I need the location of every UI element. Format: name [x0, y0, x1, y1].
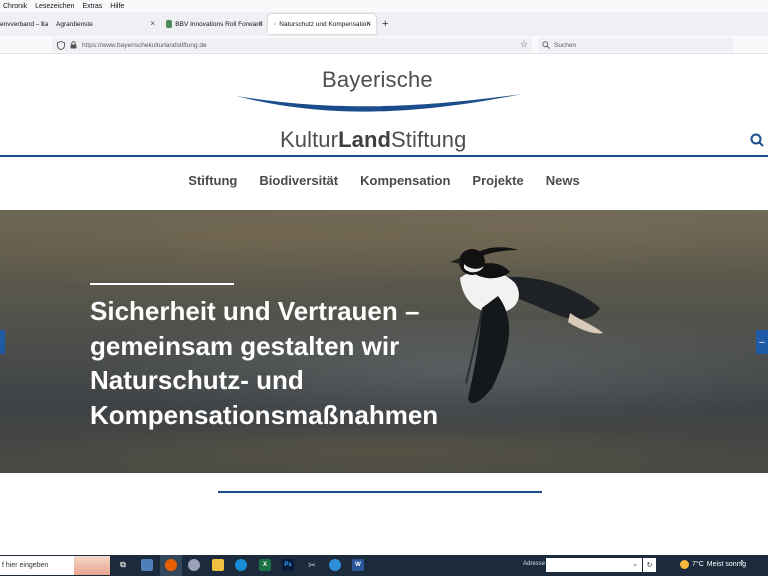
- taskbar-search-placeholder: f hier eingeben: [2, 562, 49, 569]
- excel-icon[interactable]: X: [259, 559, 271, 571]
- bookmark-star-icon[interactable]: ☆: [520, 39, 528, 50]
- tab-label: BBV Innovations Roll Forward: [175, 20, 262, 28]
- menu-item-extras[interactable]: Extras: [82, 3, 102, 10]
- close-icon[interactable]: ×: [258, 19, 263, 28]
- snipping-tool-icon[interactable]: ✂: [306, 559, 318, 571]
- search-highlight-image: [74, 556, 110, 575]
- nav-item-biodiversitaet[interactable]: Biodiversität: [259, 173, 338, 188]
- search-placeholder: Suchen: [554, 41, 577, 49]
- browser-menubar: Chronik Lesezeichen Extras Hilfe: [0, 0, 768, 12]
- menu-item-hilfe[interactable]: Hilfe: [110, 3, 124, 10]
- nav-item-stiftung[interactable]: Stiftung: [188, 173, 237, 188]
- menu-item-lesezeichen[interactable]: Lesezeichen: [35, 3, 74, 10]
- browser-navbar: https://www.bayerischekulturlandstiftung…: [0, 36, 768, 54]
- tab-3[interactable]: BBV Innovations Roll Forward ×: [160, 14, 268, 34]
- hero-accent-line: [90, 283, 234, 285]
- word-icon[interactable]: W: [352, 559, 364, 571]
- website: Bayerische KulturLandStiftung Stiftung B…: [0, 55, 768, 555]
- weather-temp: 7°C: [692, 561, 704, 568]
- hero-title: Sicherheit und Vertrauen – gemeinsam ges…: [90, 296, 439, 430]
- search-icon[interactable]: [750, 133, 764, 147]
- globe-icon[interactable]: [329, 559, 341, 571]
- shield-icon[interactable]: [56, 40, 65, 50]
- chevron-down-icon[interactable]: ⌄: [632, 560, 638, 568]
- logo-text-top: Bayerische: [322, 67, 433, 92]
- chevron-up-icon[interactable]: ^: [740, 559, 744, 568]
- section-divider: [218, 491, 542, 493]
- slider-prev-button[interactable]: [0, 330, 5, 354]
- address-input[interactable]: ⌄: [546, 558, 642, 572]
- close-icon[interactable]: ×: [150, 19, 155, 28]
- close-icon[interactable]: ×: [366, 19, 371, 28]
- edge-icon[interactable]: [235, 559, 247, 571]
- tab-active[interactable]: Naturschutz und Kompensation ×: [268, 14, 376, 34]
- lock-icon[interactable]: [69, 41, 78, 50]
- logo-swoosh-icon: [236, 94, 522, 112]
- new-tab-icon[interactable]: +: [382, 18, 388, 30]
- nav-item-projekte[interactable]: Projekte: [472, 173, 523, 188]
- main-navigation: Stiftung Biodiversität Kompensation Proj…: [0, 173, 768, 188]
- app-icon[interactable]: [141, 559, 153, 571]
- task-view-icon[interactable]: ⧉: [117, 559, 129, 571]
- url-bar[interactable]: https://www.bayerischekulturlandstiftung…: [52, 38, 532, 52]
- weather-widget[interactable]: 7°C Meist sonnig: [680, 560, 746, 569]
- tab-label: Agrardienste: [56, 20, 93, 28]
- nav-item-news[interactable]: News: [546, 173, 580, 188]
- tab-2[interactable]: Agrardienste ×: [50, 14, 160, 34]
- tab-strip: envverband – La × Agrardienste × BBV Inn…: [0, 12, 768, 36]
- file-explorer-icon[interactable]: [212, 559, 224, 571]
- logo-text-bottom: KulturLandStiftung: [280, 127, 467, 152]
- chevron-right-icon: –: [759, 336, 765, 348]
- firefox-icon[interactable]: [165, 559, 177, 571]
- site-favicon-icon: [274, 23, 277, 25]
- bbv-favicon-icon: [166, 20, 173, 28]
- taskbar-search-input[interactable]: f hier eingeben: [0, 556, 110, 575]
- close-icon[interactable]: ×: [40, 19, 45, 28]
- url-text[interactable]: https://www.bayerischekulturlandstiftung…: [82, 42, 207, 49]
- sun-icon: [680, 560, 689, 569]
- refresh-icon[interactable]: ↻: [643, 558, 656, 572]
- tab-label: Naturschutz und Kompensation: [279, 20, 370, 28]
- nav-item-kompensation[interactable]: Kompensation: [360, 173, 450, 188]
- tab-1[interactable]: envverband – La ×: [0, 14, 50, 34]
- search-icon: [542, 41, 550, 49]
- slider-next-button[interactable]: –: [756, 330, 768, 354]
- header-divider: [0, 155, 768, 157]
- site-logo[interactable]: Bayerische KulturLandStiftung: [236, 67, 526, 152]
- address-label: Adresse: [523, 561, 546, 567]
- browser-search-input[interactable]: Suchen: [538, 38, 734, 52]
- menu-item-chronik[interactable]: Chronik: [3, 3, 27, 10]
- hero-slider: Sicherheit und Vertrauen – gemeinsam ges…: [0, 210, 768, 473]
- photoshop-icon[interactable]: Ps: [282, 559, 294, 571]
- cloud-app-icon[interactable]: [188, 559, 200, 571]
- taskbar: f hier eingeben ⧉ X Ps ✂ W Adresse ⌄ ↻ 7…: [0, 555, 768, 576]
